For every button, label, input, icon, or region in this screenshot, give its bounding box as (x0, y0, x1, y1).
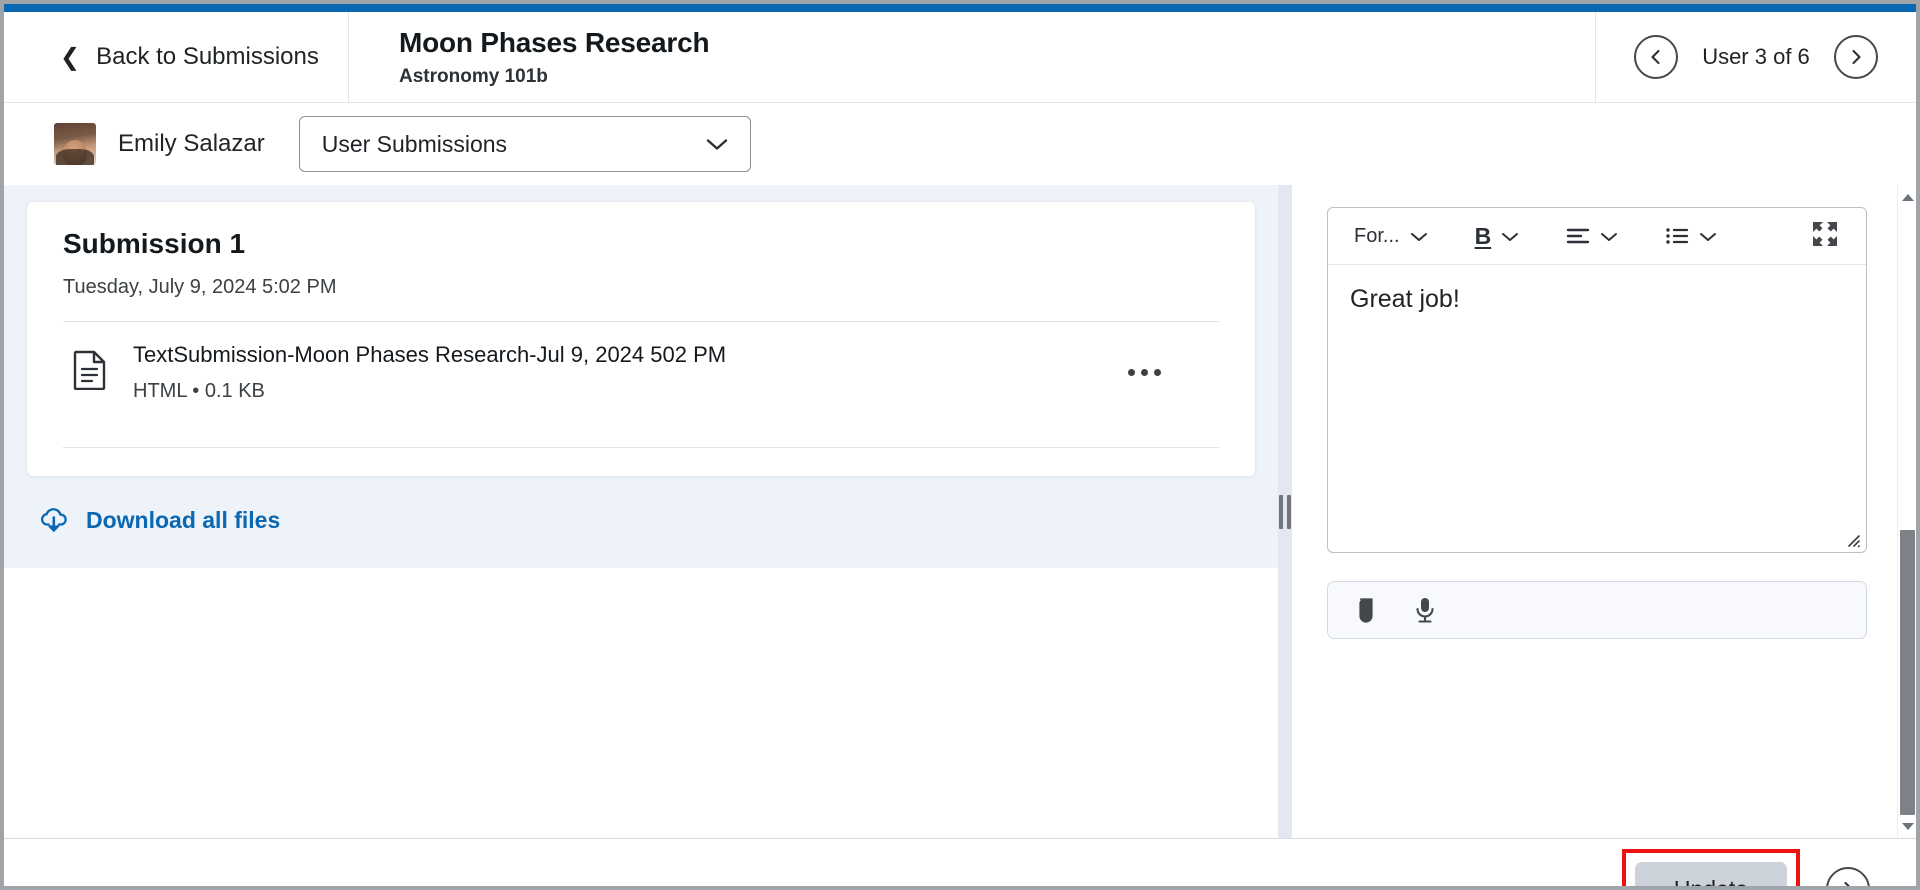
circle-chevron-left-icon (1651, 49, 1660, 65)
file-type: HTML (133, 380, 187, 402)
format-dropdown[interactable]: For... (1346, 221, 1437, 252)
cloud-download-icon (40, 507, 67, 532)
paperclip-icon (1359, 598, 1373, 623)
chevron-down-icon (1700, 232, 1717, 241)
chevron-down-icon (1410, 232, 1427, 241)
scroll-up-arrow-icon[interactable] (1898, 187, 1916, 207)
brand-accent-bar (4, 4, 1916, 12)
record-audio-button[interactable] (1414, 596, 1436, 624)
download-all-files-label: Download all files (86, 507, 281, 533)
bold-label: B (1474, 222, 1492, 249)
content-scrollbar[interactable] (1897, 185, 1916, 838)
scrollbar-thumb[interactable] (1900, 530, 1915, 815)
download-all-files-link[interactable]: Download all files (40, 507, 1256, 534)
editor-toolbar: For... B (1328, 208, 1866, 265)
submission-view-select-value: User Submissions (321, 130, 508, 157)
submission-view-select[interactable]: User Submissions (298, 116, 751, 172)
user-pager: User 3 of 6 (1596, 12, 1916, 102)
submission-card: Submission 1 Tuesday, July 9, 2024 5:02 … (26, 201, 1256, 477)
update-button[interactable]: Update (1635, 862, 1787, 886)
feedback-attachments-bar (1327, 581, 1867, 639)
next-user-button[interactable] (1833, 35, 1878, 79)
chevron-down-icon (1502, 232, 1519, 241)
footer-next-user-button[interactable] (1826, 867, 1870, 886)
grip-vertical-icon (1279, 494, 1291, 529)
feedback-text-area[interactable]: Great job! (1328, 265, 1866, 552)
back-to-submissions-label: Back to Submissions (96, 43, 319, 70)
page-title: Moon Phases Research (399, 26, 710, 58)
resize-handle-icon[interactable] (1843, 530, 1861, 548)
circle-chevron-right-icon (1852, 49, 1861, 65)
ellipsis-icon (1140, 369, 1148, 376)
submission-tray: Submission 1 Tuesday, July 9, 2024 5:02 … (4, 185, 1278, 568)
expand-editor-button[interactable] (1808, 217, 1842, 256)
previous-user-button[interactable] (1634, 35, 1679, 79)
user-position-label: User 3 of 6 (1702, 44, 1810, 69)
file-actions-menu-button[interactable] (1117, 353, 1171, 393)
chevron-down-icon (706, 139, 727, 150)
feedback-pane: For... B Great job! (1292, 185, 1916, 838)
avatar (54, 123, 96, 165)
file-size: 0.1 KB (204, 380, 265, 402)
attach-file-button[interactable] (1354, 596, 1378, 624)
bullet-list-icon (1666, 228, 1689, 244)
file-separator: • (192, 380, 200, 402)
chevron-left-icon: ❮ (60, 43, 81, 71)
content-split: Submission 1 Tuesday, July 9, 2024 5:02 … (4, 185, 1916, 838)
page-header: ❮ Back to Submissions Moon Phases Resear… (4, 12, 1916, 103)
feedback-editor: For... B Great job! (1327, 207, 1867, 553)
user-name-label: Emily Salazar (118, 130, 265, 157)
submission-date: Tuesday, July 9, 2024 5:02 PM (63, 276, 337, 298)
submission-title: Submission 1 (63, 228, 246, 259)
submission-pane: Submission 1 Tuesday, July 9, 2024 5:02 … (4, 185, 1278, 838)
feedback-text-value: Great job! (1350, 285, 1460, 313)
bold-dropdown[interactable]: B (1467, 219, 1529, 254)
submission-file-meta: TextSubmission-Moon Phases Research-Jul … (133, 342, 1091, 403)
submission-file-row[interactable]: TextSubmission-Moon Phases Research-Jul … (63, 322, 1219, 425)
document-icon (73, 350, 107, 395)
align-dropdown[interactable] (1558, 222, 1627, 250)
scroll-down-arrow-icon[interactable] (1898, 816, 1916, 836)
ellipsis-icon (1153, 369, 1161, 376)
circle-chevron-right-icon (1844, 881, 1850, 886)
page-footer: Update (4, 838, 1916, 886)
align-left-icon (1567, 228, 1590, 244)
microphone-icon (1416, 598, 1434, 623)
list-dropdown[interactable] (1657, 222, 1726, 250)
application-window: ❮ Back to Submissions Moon Phases Resear… (0, 0, 1920, 890)
submission-file-name: TextSubmission-Moon Phases Research-Jul … (133, 342, 727, 367)
ellipsis-icon (1127, 369, 1135, 376)
chevron-down-icon (1601, 232, 1618, 241)
update-button-highlight: Update (1622, 849, 1800, 886)
format-dropdown-label: For... (1354, 224, 1400, 247)
assignment-heading: Moon Phases Research Astronomy 101b (349, 12, 1596, 102)
pane-splitter[interactable] (1278, 185, 1292, 838)
submission-file-details: HTML • 0.1 KB (133, 380, 1091, 403)
user-selector-row: Emily Salazar User Submissions (4, 103, 1916, 185)
back-to-submissions-button[interactable]: ❮ Back to Submissions (4, 12, 349, 102)
course-name: Astronomy 101b (399, 65, 548, 87)
expand-fullscreen-icon (1813, 221, 1837, 246)
